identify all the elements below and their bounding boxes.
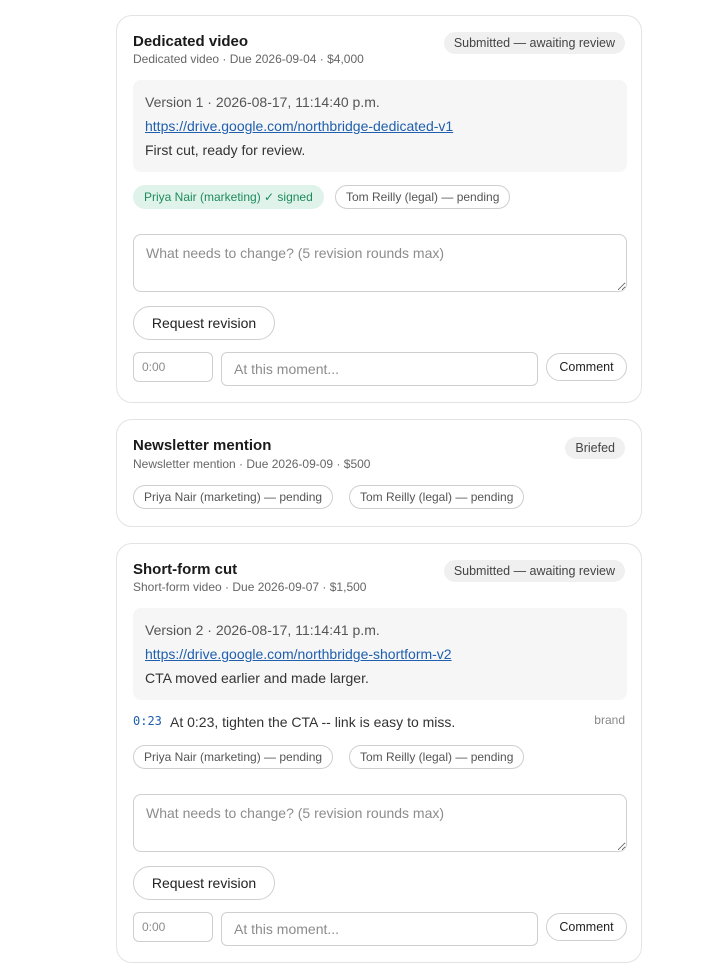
revision-feedback-textarea[interactable]: [133, 234, 627, 292]
revision-feedback-textarea[interactable]: [133, 794, 627, 852]
version-header: Version 1 · 2026-08-17, 11:14:40 p.m.: [145, 94, 380, 110]
version-header: Version 2 · 2026-08-17, 11:14:41 p.m.: [145, 622, 380, 638]
timestamp-input[interactable]: [133, 352, 213, 382]
deliverable-card-dedicated-video: Dedicated video Dedicated video · Due 20…: [116, 15, 642, 403]
version-note: First cut, ready for review.: [145, 142, 306, 158]
version-link[interactable]: https://drive.google.com/northbridge-ded…: [145, 118, 453, 134]
status-badge: Briefed: [565, 437, 625, 459]
comment-author: brand: [594, 713, 625, 727]
deliverable-meta: Newsletter mention · Due 2026-09-09 · $5…: [133, 457, 371, 471]
deliverable-card-short-form-cut: Short-form cut Short-form video · Due 20…: [116, 543, 642, 963]
deliverable-meta: Short-form video · Due 2026-09-07 · $1,5…: [133, 580, 367, 594]
comment-timestamp-link[interactable]: 0:23: [133, 714, 162, 728]
timestamp-input[interactable]: [133, 912, 213, 942]
version-box: Version 2 · 2026-08-17, 11:14:41 p.m. ht…: [133, 608, 627, 700]
approval-chip-marketing: Priya Nair (marketing) — pending: [133, 745, 334, 769]
status-badge: Submitted — awaiting review: [443, 32, 625, 54]
approval-chip-legal: Tom Reilly (legal) — pending: [349, 485, 525, 509]
approval-chip-legal: Tom Reilly (legal) — pending: [349, 745, 525, 769]
request-revision-button[interactable]: Request revision: [133, 866, 275, 900]
comment-text: At 0:23, tighten the CTA -- link is easy…: [170, 714, 456, 730]
deliverable-title: Newsletter mention: [133, 437, 272, 454]
approval-chip-marketing: Priya Nair (marketing) — pending: [133, 485, 334, 509]
version-note: CTA moved earlier and made larger.: [145, 670, 369, 686]
deliverable-card-newsletter-mention: Newsletter mention Newsletter mention · …: [116, 419, 642, 527]
request-revision-button[interactable]: Request revision: [133, 306, 275, 340]
comment-button[interactable]: Comment: [546, 913, 627, 941]
status-badge: Submitted — awaiting review: [443, 560, 625, 582]
deliverable-title: Short-form cut: [133, 561, 238, 578]
approval-chip-marketing: Priya Nair (marketing) ✓ signed: [133, 185, 324, 209]
comment-input[interactable]: [221, 912, 538, 946]
approval-chip-legal: Tom Reilly (legal) — pending: [335, 185, 511, 209]
deliverable-title: Dedicated video: [133, 33, 249, 50]
version-link[interactable]: https://drive.google.com/northbridge-sho…: [145, 646, 452, 662]
comment-button[interactable]: Comment: [546, 353, 627, 381]
comment-input[interactable]: [221, 352, 538, 386]
version-box: Version 1 · 2026-08-17, 11:14:40 p.m. ht…: [133, 80, 627, 172]
deliverable-meta: Dedicated video · Due 2026-09-04 · $4,00…: [133, 52, 364, 66]
